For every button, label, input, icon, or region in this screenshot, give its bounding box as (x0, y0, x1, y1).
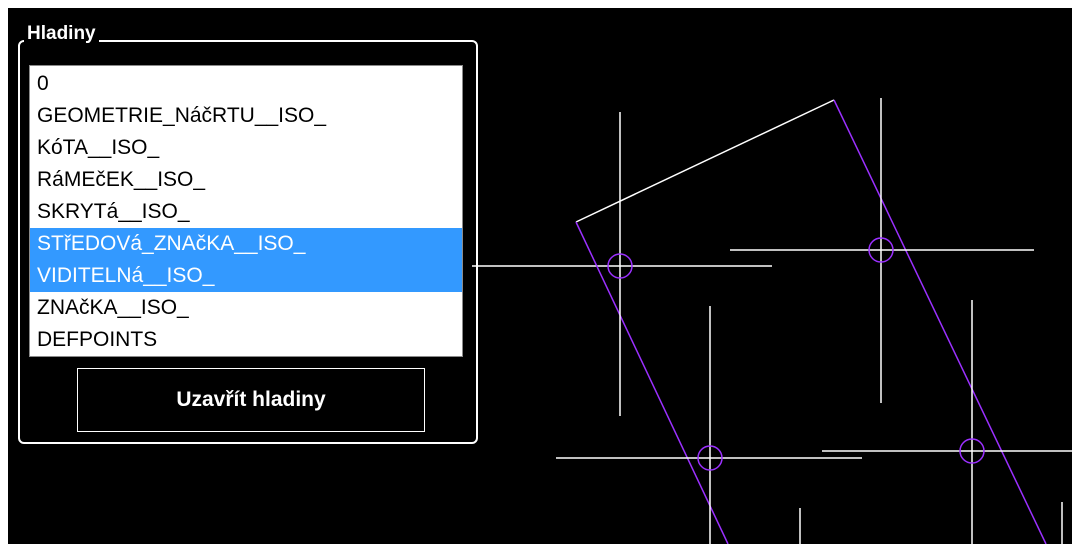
close-layers-button[interactable]: Uzavřít hladiny (77, 368, 425, 432)
rectangle-right-edge (833, 99, 1047, 544)
layer-listbox[interactable]: 0 GEOMETRIE_NáčRTU__ISO_ KóTA__ISO_ RáMEčEK… (29, 65, 463, 357)
drawing-canvas[interactable]: Hladiny 0 GEOMETRIE_NáčRTU__ISO_ KóTA__ISO… (8, 8, 1072, 544)
rectangle-left-edge (575, 221, 729, 544)
layer-list-item[interactable]: DEFPOINTS (30, 324, 462, 356)
layer-list-item[interactable]: STřEDOVá_ZNAčKA__ISO_ (30, 228, 462, 260)
layer-list-item[interactable]: 0 (30, 68, 462, 100)
layer-list-item[interactable]: SKRYTá__ISO_ (30, 196, 462, 228)
layer-list-item[interactable]: ZNAčKA__ISO_ (30, 292, 462, 324)
layer-list-item[interactable]: VIDITELNá__ISO_ (30, 260, 462, 292)
layers-panel-title: Hladiny (24, 23, 99, 45)
layer-list-item[interactable]: KóTA__ISO_ (30, 132, 462, 164)
rectangle-top-edge (575, 99, 835, 223)
layer-list-item[interactable]: GEOMETRIE_NáčRTU__ISO_ (30, 100, 462, 132)
layer-list-item[interactable]: RáMEčEK__ISO_ (30, 164, 462, 196)
